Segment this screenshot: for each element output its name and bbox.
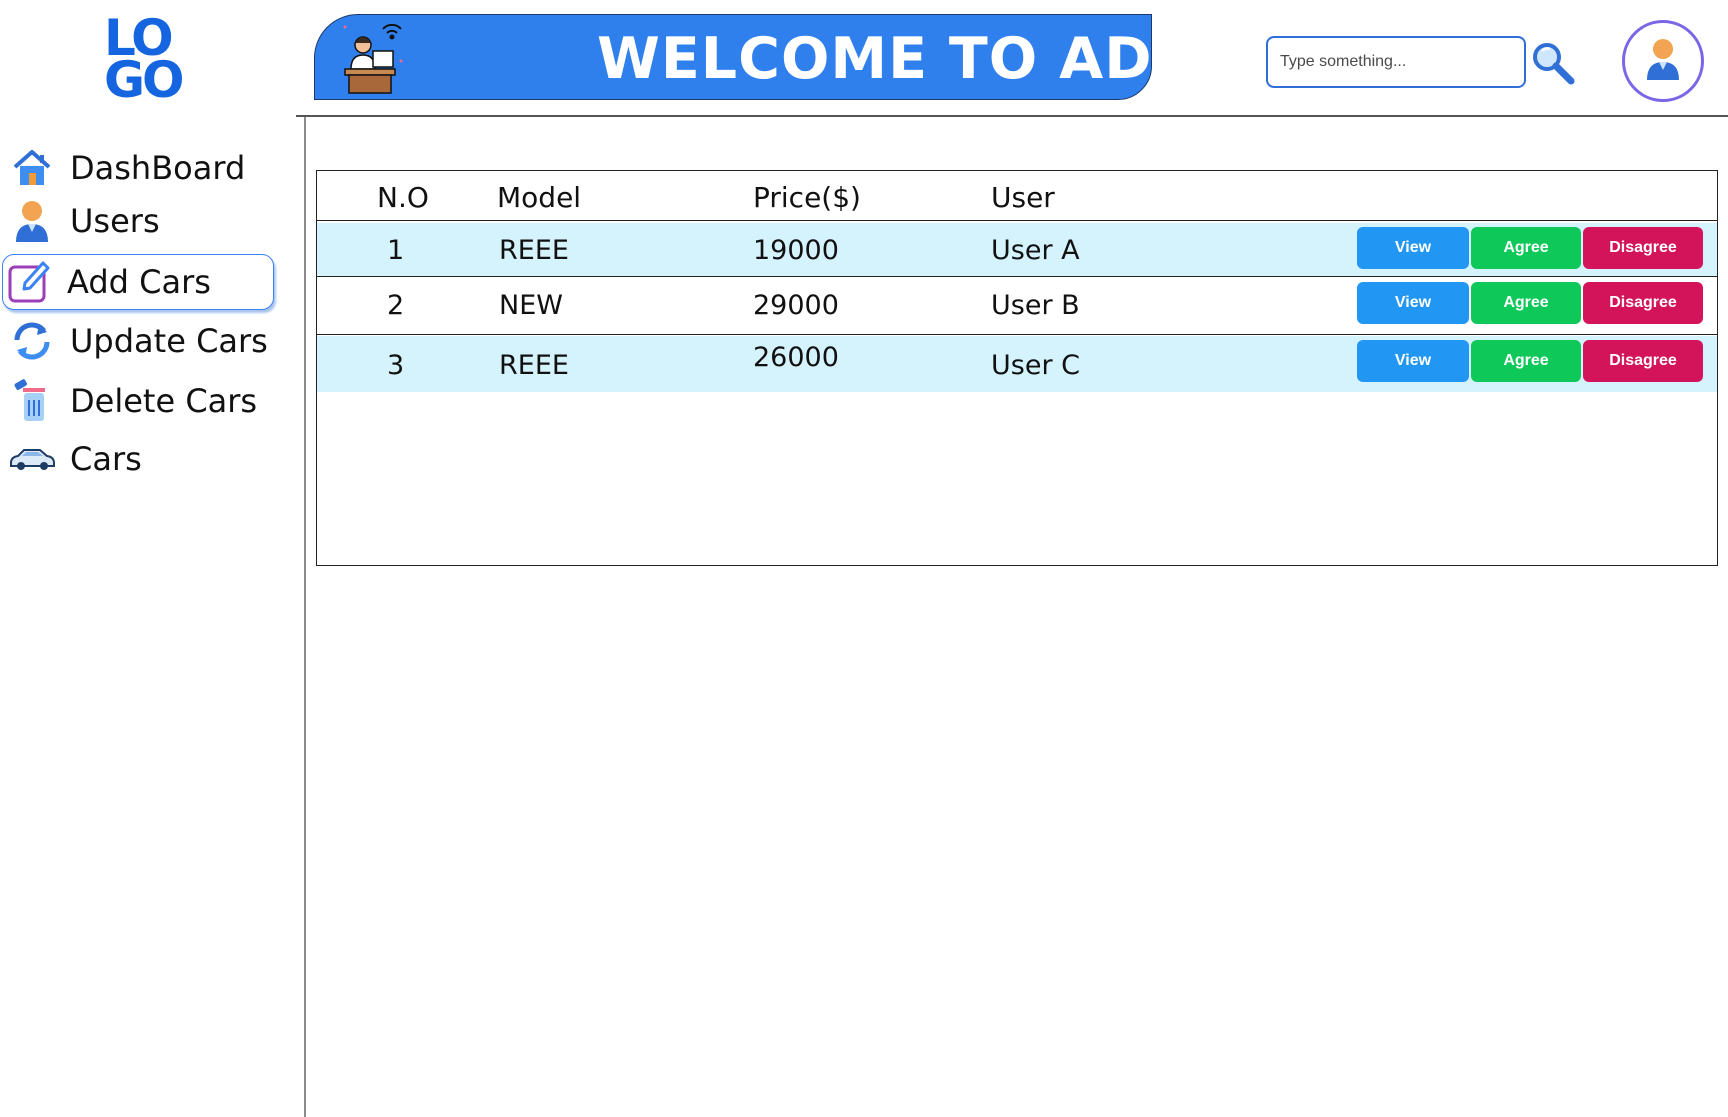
sidebar-item-label: Cars [70,440,142,478]
sidebar-item-users[interactable]: Users [6,193,274,249]
disagree-button[interactable]: Disagree [1583,340,1703,382]
table-row: 1 REEE 19000 User A View Agree Disagree [317,223,1717,277]
view-button[interactable]: View [1357,227,1469,269]
banner-title: WELCOME TO ADMIN [597,26,1152,92]
cell-price: 29000 [753,290,839,321]
column-header-price: Price($) [753,181,861,214]
column-header-user: User [991,181,1055,214]
welcome-banner: WELCOME TO ADMIN [314,14,1152,100]
cell-model: REEE [499,350,569,381]
cell-user: User B [991,290,1080,321]
cell-user: User A [991,235,1080,266]
agree-button[interactable]: Agree [1471,227,1581,269]
cell-price: 19000 [753,235,839,266]
sidebar-item-label: Users [70,202,160,240]
search-input[interactable] [1266,36,1526,88]
user-avatar-icon [1643,36,1683,86]
home-icon [8,144,56,192]
sidebar-item-cars[interactable]: Cars [6,431,274,487]
user-icon [8,197,56,245]
sidebar-divider [304,116,306,1117]
sidebar-item-add-cars[interactable]: Add Cars [2,254,274,310]
view-button[interactable]: View [1357,282,1469,324]
cell-model: REEE [499,235,569,266]
view-button[interactable]: View [1357,340,1469,382]
sidebar-item-label: Add Cars [67,263,211,301]
cell-no: 3 [387,350,405,381]
sidebar-item-label: DashBoard [70,149,246,187]
edit-icon [5,258,53,306]
sidebar-item-dashboard[interactable]: DashBoard [6,140,274,196]
table-header: N.O Model Price($) User [317,171,1717,221]
trash-icon [8,377,56,425]
table-row: 3 REEE 26000 User C View Agree Disagree [317,336,1717,392]
disagree-button[interactable]: Disagree [1583,282,1703,324]
search-icon[interactable] [1530,40,1576,86]
table-row: 2 NEW 29000 User B View Agree Disagree [317,278,1717,335]
disagree-button[interactable]: Disagree [1583,227,1703,269]
admin-desk-icon [337,17,407,97]
sidebar-item-label: Update Cars [70,322,268,360]
logo: LO GO [104,13,194,109]
column-header-model: Model [497,181,582,214]
sidebar-item-update-cars[interactable]: Update Cars [6,313,274,369]
cell-price: 26000 [753,342,839,373]
cell-user: User C [991,350,1080,381]
sidebar-item-delete-cars[interactable]: Delete Cars [6,373,274,429]
sidebar-item-label: Delete Cars [70,382,258,420]
cell-no: 1 [387,235,405,266]
cell-no: 2 [387,290,405,321]
refresh-icon [8,317,56,365]
cars-table: N.O Model Price($) User 1 REEE 19000 Use… [316,170,1718,566]
cell-model: NEW [499,290,563,321]
agree-button[interactable]: Agree [1471,340,1581,382]
header-divider [296,115,1728,117]
avatar[interactable] [1622,20,1704,102]
column-header-no: N.O [377,181,429,214]
car-icon [8,435,56,483]
logo-text-bottom: GO [104,51,185,109]
agree-button[interactable]: Agree [1471,282,1581,324]
